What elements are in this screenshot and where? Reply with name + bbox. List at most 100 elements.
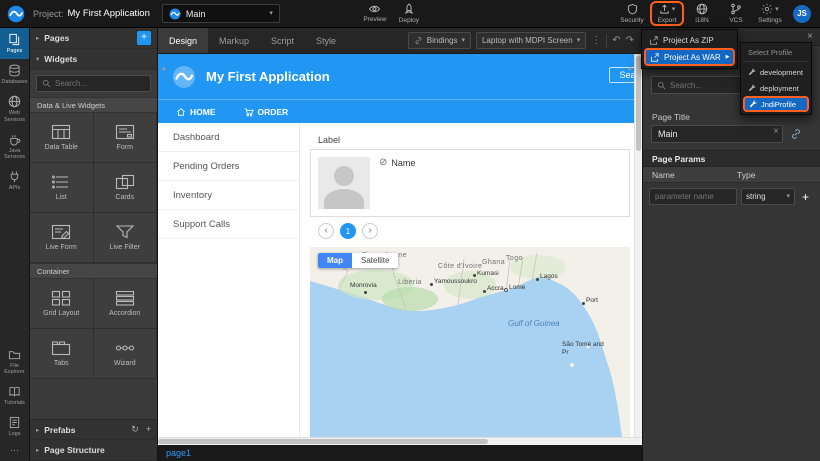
export-button[interactable]: ▾ Export [650,1,684,26]
widget-list[interactable]: List [30,163,94,213]
rail-item-java-services[interactable]: Java Services [0,128,29,166]
rail-item-logs[interactable]: Logs [0,411,29,442]
status-page-name[interactable]: page1 [166,448,191,458]
widget-live-form[interactable]: Live Form [30,213,94,263]
branch-selector[interactable]: Main ▾ [162,4,280,23]
canvas-vertical-scrollbar[interactable] [634,54,642,437]
pages-section-header[interactable]: ▸ Pages + [30,28,157,49]
menu-item-jndiprofile[interactable]: JndiProfile [743,96,809,112]
bindings-dropdown[interactable]: Bindings ▾ [408,32,471,49]
param-name-input[interactable] [649,188,737,205]
search-icon [657,81,666,90]
clear-icon[interactable]: × [773,127,779,137]
add-param-button[interactable]: + [802,191,809,203]
collapse-left-panel-handle[interactable]: ◂ [161,64,165,73]
more-options-icon[interactable]: ⋮ [591,36,601,46]
device-selector-dropdown[interactable]: Laptop with MDPI Screen ▾ [476,32,586,49]
funnel-icon [115,224,135,240]
deploy-button[interactable]: Deploy [392,1,426,26]
map-dot-lagos [536,278,539,281]
security-button[interactable]: Security [615,1,649,26]
refresh-icon[interactable]: ↻ [131,425,139,434]
canvas-horizontal-scrollbar[interactable] [158,437,642,445]
cart-icon [244,107,254,117]
collapse-right-panel-handle[interactable]: ◂ [627,64,631,73]
add-prefab-button[interactable]: + [146,425,151,434]
rail-item-pages[interactable]: Pages [0,28,29,59]
app-side-menu: Dashboard Pending Orders Inventory Suppo… [158,123,300,437]
preview-button[interactable]: Preview [358,1,392,26]
export-icon [659,3,670,15]
rail-item-apis[interactable]: APIs [0,165,29,196]
topbar-center-actions: Preview Deploy [358,1,426,26]
web-services-icon [8,95,21,108]
rail-item-databases[interactable]: Databases [0,59,29,90]
google-map-widget[interactable]: Map Satellite Sierra Leone Monrovia Libe… [310,247,630,437]
prefabs-section-header[interactable]: ▸ Prefabs ↻ + [30,419,157,440]
param-type-select[interactable]: string ▾ [741,188,795,205]
horizontal-scroll-thumb[interactable] [158,439,488,444]
label-widget[interactable]: Label [318,135,340,145]
tab-design[interactable]: Design [158,28,208,53]
menu-item-dashboard[interactable]: Dashboard [158,123,299,152]
widget-tabs[interactable]: Tabs [30,329,94,379]
widget-search-box[interactable] [36,75,151,92]
menu-item-project-as-zip[interactable]: Project As ZIP [644,32,735,48]
menu-item-development-profile[interactable]: development [743,64,809,80]
undo-button[interactable]: ↶ [612,36,620,46]
map-label-monrovia: Monrovia [350,282,377,289]
settings-button[interactable]: ▾ Settings [753,1,787,26]
nav-order[interactable]: ORDER [244,107,289,117]
map-button[interactable]: Map [318,253,352,268]
vertical-scroll-thumb[interactable] [636,56,641,151]
widget-data-table[interactable]: Data Table [30,113,94,163]
add-page-button[interactable]: + [137,31,151,45]
folder-icon [8,348,21,361]
rail-item-web-services[interactable]: Web Services [0,90,29,128]
bind-link-icon[interactable] [790,128,802,140]
carousel-page-indicator[interactable]: 1 [340,223,356,239]
menu-item-inventory[interactable]: Inventory [158,181,299,210]
picture-panel[interactable]: ⊘ Name [310,149,630,217]
tab-style[interactable]: Style [305,28,347,53]
globe-icon [696,3,708,15]
data-table-icon [51,124,71,140]
map-label-port: Port [586,297,598,304]
vcs-button[interactable]: VCS [719,1,753,26]
menu-item-support-calls[interactable]: Support Calls [158,210,299,239]
page-title-input[interactable] [651,125,783,143]
widget-wizard[interactable]: Wizard [94,329,158,379]
widget-section-title: Container [30,263,157,279]
menu-item-deployment-profile[interactable]: deployment [743,80,809,96]
menu-item-pending-orders[interactable]: Pending Orders [158,152,299,181]
i18n-button[interactable]: i18N [685,1,719,26]
rail-more-button[interactable]: ⋯ [0,442,29,461]
carousel-next-button[interactable]: › [362,223,378,239]
page-structure-section-header[interactable]: ▸ Page Structure [30,440,157,461]
menu-item-project-as-war[interactable]: Project As WAR ▶ [644,48,735,66]
satellite-button[interactable]: Satellite [352,253,398,268]
widget-cards[interactable]: Cards [94,163,158,213]
map-label-lome: Lome [509,284,525,291]
database-icon [8,64,21,77]
map-dot-kumasi [473,274,476,277]
rail-item-file-explorer[interactable]: File Explorer [0,343,29,381]
widget-grid-layout[interactable]: Grid Layout [30,279,94,329]
redo-button[interactable]: ↷ [626,36,634,46]
widget-search-input[interactable] [55,79,145,88]
tab-markup[interactable]: Markup [208,28,260,53]
widget-accordion[interactable]: Accordion [94,279,158,329]
app-title: My First Application [206,69,330,84]
carousel-prev-button[interactable]: ‹ [318,223,334,239]
widget-live-filter[interactable]: Live Filter [94,213,158,263]
user-avatar[interactable]: JS [793,5,811,23]
close-icon[interactable]: × [807,32,813,42]
app-logo-icon [172,65,196,89]
tab-script[interactable]: Script [260,28,305,53]
book-icon [8,385,21,398]
rail-item-tutorials[interactable]: Tutorials [0,380,29,411]
widget-form[interactable]: Form [94,113,158,163]
widgets-section-header[interactable]: ▾ Widgets [30,49,157,70]
pages-icon [8,33,21,46]
nav-home[interactable]: HOME [176,107,216,117]
